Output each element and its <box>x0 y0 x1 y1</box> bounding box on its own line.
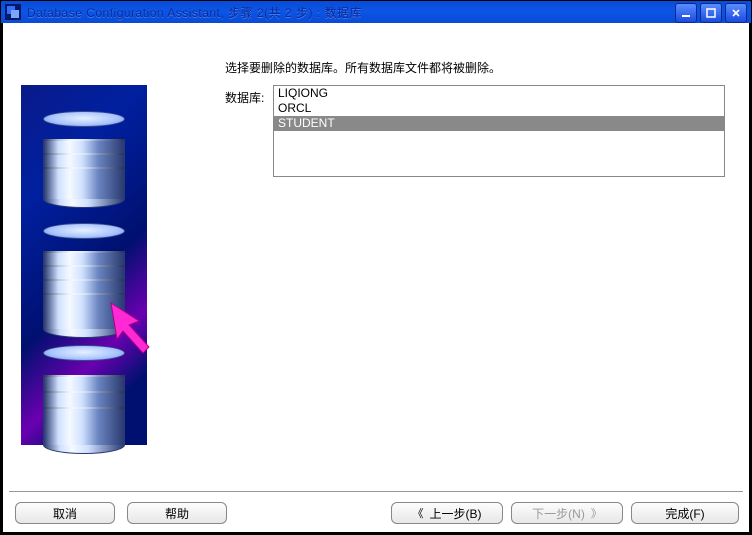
window-title: Database Configuration Assistant, 步骤 2(共… <box>27 4 362 21</box>
database-listbox[interactable]: LIQIONG ORCL STUDENT <box>273 85 725 177</box>
wizard-illustration <box>21 85 147 445</box>
title-bar: Database Configuration Assistant, 步骤 2(共… <box>1 1 751 23</box>
instruction-text: 选择要删除的数据库。所有数据库文件都将被删除。 <box>225 59 501 76</box>
back-label: 上一步(B) <box>430 505 482 522</box>
list-item[interactable]: LIQIONG <box>274 86 724 101</box>
help-label: 帮助 <box>165 505 189 522</box>
database-label: 数据库: <box>225 89 264 106</box>
cancel-label: 取消 <box>53 505 77 522</box>
content-area: 选择要删除的数据库。所有数据库文件都将被删除。 数据库: LIQIONG ORC… <box>1 23 751 534</box>
window-controls <box>675 3 747 23</box>
cancel-button[interactable]: 取消 <box>15 502 115 524</box>
close-button[interactable] <box>725 3 747 23</box>
list-item[interactable]: STUDENT <box>274 116 724 131</box>
app-window: Database Configuration Assistant, 步骤 2(共… <box>0 0 752 535</box>
app-icon <box>5 4 21 20</box>
next-button: 下一步(N) 》 <box>511 502 623 524</box>
list-item[interactable]: ORCL <box>274 101 724 116</box>
minimize-icon <box>681 8 691 18</box>
close-icon <box>731 8 741 18</box>
maximize-button[interactable] <box>700 3 722 23</box>
database-cylinder-icon <box>43 111 125 208</box>
separator <box>9 491 743 492</box>
database-cylinder-icon <box>43 345 125 454</box>
finish-button[interactable]: 完成(F) <box>631 502 739 524</box>
chevron-left-icon: 《 <box>413 505 424 521</box>
chevron-right-icon: 》 <box>591 505 602 521</box>
help-button[interactable]: 帮助 <box>127 502 227 524</box>
next-label: 下一步(N) <box>532 505 585 522</box>
back-button[interactable]: 《 上一步(B) <box>391 502 503 524</box>
finish-label: 完成(F) <box>665 505 704 522</box>
minimize-button[interactable] <box>675 3 697 23</box>
maximize-icon <box>706 8 716 18</box>
